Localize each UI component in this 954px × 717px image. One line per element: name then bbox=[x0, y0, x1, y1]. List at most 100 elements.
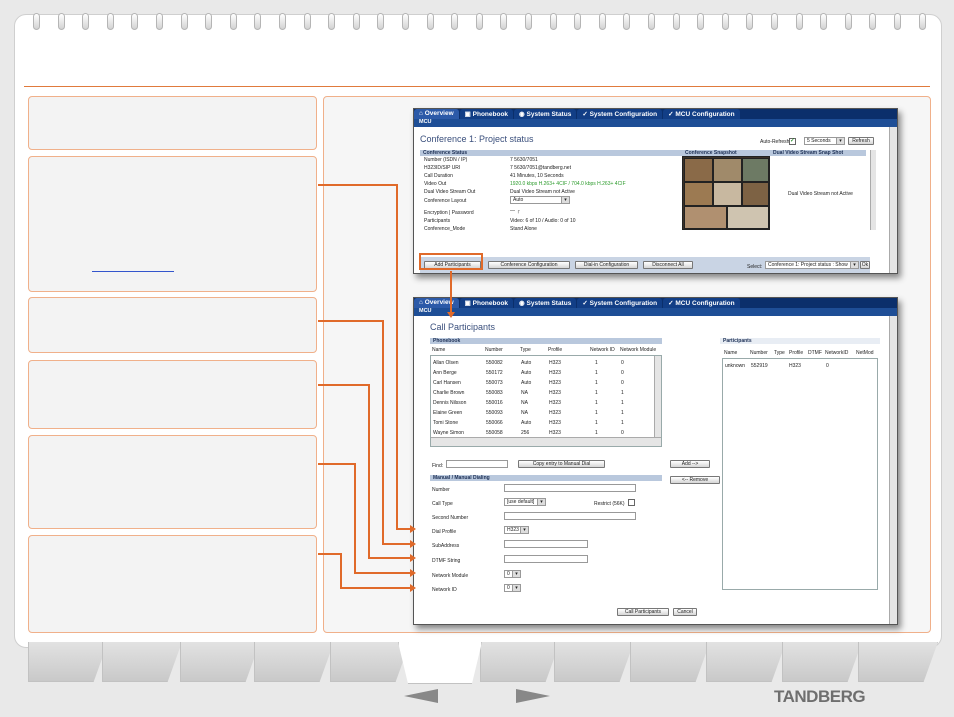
conference-configuration-button[interactable]: Conference Configuration bbox=[488, 261, 570, 269]
binder-ring bbox=[549, 13, 557, 30]
find-input[interactable] bbox=[446, 460, 508, 468]
binder-ring bbox=[525, 13, 532, 30]
refresh-button[interactable]: Refresh bbox=[848, 137, 874, 145]
binder-ring bbox=[426, 13, 434, 30]
participant-netid: 0 bbox=[826, 363, 829, 369]
binder-ring bbox=[869, 13, 877, 30]
left-arrow-icon[interactable] bbox=[404, 689, 438, 703]
network-module-select[interactable]: 0 bbox=[504, 570, 521, 578]
video-tile bbox=[684, 182, 713, 206]
text-link[interactable] bbox=[92, 271, 174, 272]
bottom-tab[interactable] bbox=[554, 642, 634, 682]
checkbox-icon[interactable]: ✓ bbox=[789, 138, 796, 145]
table-cell: Auto bbox=[521, 370, 532, 376]
tab-label: MCU Configuration bbox=[675, 111, 735, 118]
right-arrow-icon[interactable] bbox=[516, 689, 550, 703]
ok-button[interactable]: Ok bbox=[860, 261, 870, 269]
table-cell: 0 bbox=[621, 380, 624, 386]
network-id-label: Network ID bbox=[432, 587, 457, 593]
tab-mcu-configuration[interactable]: ✓ MCU Configuration bbox=[663, 109, 740, 119]
restrict-checkbox[interactable] bbox=[628, 499, 635, 506]
wrench-icon: ✓ bbox=[582, 111, 588, 118]
participants-value: Video: 6 of 10 / Audio: 0 of 10 bbox=[510, 218, 576, 224]
bottom-tab[interactable] bbox=[254, 642, 334, 682]
scrollbar[interactable] bbox=[889, 316, 897, 624]
tab-system-status[interactable]: ◉ System Status bbox=[514, 298, 577, 308]
page-title: Call Participants bbox=[430, 322, 496, 332]
bottom-tab[interactable] bbox=[630, 642, 710, 682]
table-cell: 1 bbox=[595, 390, 598, 396]
dial-in-configuration-button[interactable]: Dial-in Configuration bbox=[575, 261, 638, 269]
tab-phonebook[interactable]: ▣ Phonebook bbox=[459, 109, 514, 119]
table-row[interactable]: Tomi Stone 550066 Auto H323 1 1 bbox=[431, 419, 661, 427]
bottom-tab[interactable] bbox=[706, 642, 786, 682]
table-row[interactable]: Allan Olsen 550082 Auto H323 1 0 bbox=[431, 359, 661, 367]
dial-profile-select[interactable]: H323 bbox=[504, 526, 529, 534]
call-type-select[interactable]: [use default] bbox=[504, 498, 546, 506]
bottom-tab[interactable] bbox=[28, 642, 108, 682]
connector-line bbox=[368, 557, 410, 559]
copy-entry-button[interactable]: Copy entry to Manual Dial bbox=[518, 460, 605, 468]
number-input[interactable] bbox=[504, 484, 636, 492]
table-cell: NA bbox=[521, 410, 528, 416]
tab-system-configuration[interactable]: ✓ System Configuration bbox=[577, 109, 663, 119]
table-row[interactable]: Carl Hansen 550073 Auto H323 1 0 bbox=[431, 379, 661, 387]
tab-mcu-configuration[interactable]: ✓ MCU Configuration bbox=[663, 298, 740, 308]
table-row[interactable]: Charlie Brown 550083 NA H323 1 1 bbox=[431, 389, 661, 397]
wrench-icon: ✓ bbox=[668, 300, 674, 307]
field-value: 41 Minutes, 10 Seconds bbox=[510, 173, 564, 179]
find-label: Find: bbox=[432, 463, 444, 469]
column-header: Network Module bbox=[620, 347, 657, 353]
table-row[interactable]: Ann Berge 550172 Auto H323 1 0 bbox=[431, 369, 661, 377]
subaddress-input[interactable] bbox=[504, 540, 588, 548]
layout-select[interactable]: Auto bbox=[510, 196, 570, 204]
cancel-button[interactable]: Cancel bbox=[673, 608, 697, 616]
binder-ring bbox=[648, 13, 655, 30]
dtmf-input[interactable] bbox=[504, 555, 588, 563]
column-header: Number bbox=[485, 347, 503, 353]
table-cell: Auto bbox=[521, 420, 532, 426]
call-type-label: Call Type bbox=[432, 501, 453, 507]
phonebook-list[interactable]: Allan Olsen 550082 Auto H323 1 0 Ann Berge 5501… bbox=[430, 355, 662, 447]
call-participants-button[interactable]: Call Participants bbox=[617, 608, 669, 616]
remove-button[interactable]: <-- Remove bbox=[670, 476, 720, 484]
add-button[interactable]: Add --> bbox=[670, 460, 710, 468]
bottom-tab[interactable] bbox=[330, 642, 410, 682]
binder-ring bbox=[328, 13, 336, 30]
bottom-tab[interactable] bbox=[102, 642, 182, 682]
column-header: Name bbox=[432, 347, 446, 353]
bottom-tab[interactable] bbox=[180, 642, 260, 682]
tab-system-configuration[interactable]: ✓ System Configuration bbox=[577, 298, 663, 308]
active-bottom-tab[interactable] bbox=[398, 642, 482, 684]
list-hscrollbar[interactable] bbox=[431, 437, 661, 446]
second-number-input[interactable] bbox=[504, 512, 636, 520]
table-row[interactable]: Elaine Green 550093 NA H323 1 1 bbox=[431, 409, 661, 417]
binder-ring bbox=[180, 13, 188, 30]
table-row[interactable]: Dennis Nilsson 550016 NA H323 1 1 bbox=[431, 399, 661, 407]
table-row[interactable]: Wayne Simon 550058 256 H323 1 0 bbox=[431, 429, 661, 437]
participants-list[interactable]: unknown 552919 H323 0 bbox=[722, 358, 878, 590]
tab-phonebook[interactable]: ▣ Phonebook bbox=[459, 298, 514, 308]
bottom-tab[interactable] bbox=[480, 642, 560, 682]
tab-label: Phonebook bbox=[472, 111, 509, 118]
conference-select[interactable]: Conference 1: Project status : Show bbox=[765, 261, 859, 269]
network-id-select[interactable]: 0 bbox=[504, 584, 521, 592]
tab-system-status[interactable]: ◉ System Status bbox=[514, 109, 577, 119]
field-label: Call Duration bbox=[424, 173, 453, 179]
encryption-label: Encryption | Password bbox=[424, 210, 474, 216]
disconnect-all-button[interactable]: Disconnect All bbox=[643, 261, 693, 269]
table-cell: H323 bbox=[549, 420, 561, 426]
refresh-interval-select[interactable]: 5 Seconds bbox=[804, 137, 845, 145]
bottom-tab[interactable] bbox=[782, 642, 862, 682]
column-header: NetMod bbox=[856, 350, 874, 356]
scrollbar[interactable] bbox=[889, 127, 897, 273]
connector-line bbox=[382, 320, 384, 545]
connector-line bbox=[382, 543, 410, 545]
binder-ring bbox=[918, 13, 926, 30]
tab-overview[interactable]: ⌂ Overview bbox=[414, 109, 459, 119]
inner-scrollbar[interactable] bbox=[870, 150, 876, 230]
column-header: NetworkID bbox=[825, 350, 849, 356]
video-tile bbox=[684, 206, 727, 229]
conference-status-header: Conference Status bbox=[420, 150, 682, 156]
bottom-tab[interactable] bbox=[858, 642, 938, 682]
